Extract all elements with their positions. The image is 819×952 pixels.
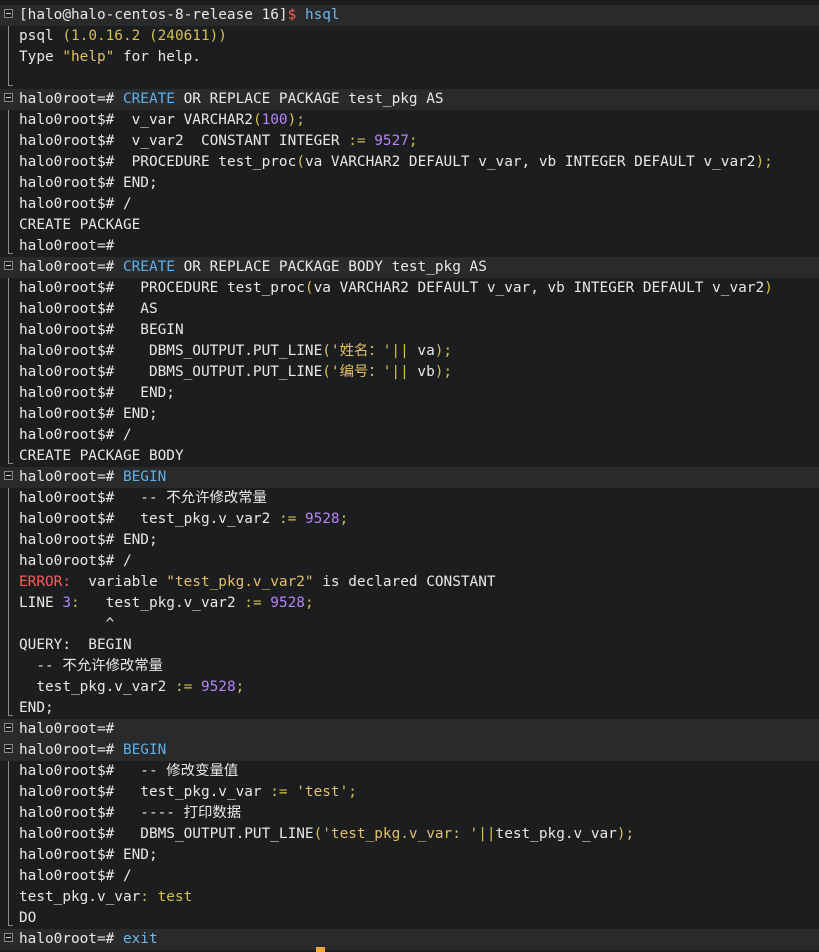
output-line: test_pkg.v_var: test bbox=[19, 889, 193, 905]
terminal-window[interactable]: [halo@halo-centos-8-release 16]$ hsql ps… bbox=[0, 0, 819, 952]
command-line: halo0root=# CREATE OR REPLACE PACKAGE te… bbox=[0, 89, 819, 110]
text-cursor bbox=[316, 947, 325, 952]
query-line: QUERY: BEGIN bbox=[19, 637, 132, 653]
command-line: halo0root=# BEGIN bbox=[0, 740, 819, 761]
anon-block-success: halo0root=# BEGIN halo0root$# -- 修改变量值 h… bbox=[0, 740, 819, 929]
command-line: halo0root=# BEGIN bbox=[0, 467, 819, 488]
error-caret: ^ bbox=[19, 616, 115, 632]
package-body-block: halo0root=# CREATE OR REPLACE PACKAGE BO… bbox=[0, 257, 819, 467]
command-line: halo0root=# CREATE OR REPLACE PACKAGE BO… bbox=[0, 257, 819, 278]
empty-prompt-line: halo0root=# bbox=[0, 719, 819, 740]
result-line: CREATE PACKAGE bbox=[19, 217, 141, 233]
package-spec-block: halo0root=# CREATE OR REPLACE PACKAGE te… bbox=[0, 89, 819, 257]
result-line: DO bbox=[19, 910, 37, 926]
banner-line: psql (1.0.16.2 (240611)) bbox=[19, 28, 227, 44]
shell-block: [halo@halo-centos-8-release 16]$ hsql ps… bbox=[0, 5, 819, 89]
error-line: ERROR: variable "test_pkg.v_var2" is dec… bbox=[19, 574, 496, 590]
help-line: Type "help" for help. bbox=[19, 49, 201, 65]
current-prompt-line[interactable]: halo0root=# exit bbox=[0, 929, 819, 950]
anon-block-error: halo0root=# BEGIN halo0root$# -- 不允许修改常量… bbox=[0, 467, 819, 719]
error-position-line: LINE 3: test_pkg.v_var2 := 9528; bbox=[19, 595, 314, 611]
shell-prompt-line: [halo@halo-centos-8-release 16]$ hsql bbox=[0, 5, 819, 26]
result-line: CREATE PACKAGE BODY bbox=[19, 448, 184, 464]
